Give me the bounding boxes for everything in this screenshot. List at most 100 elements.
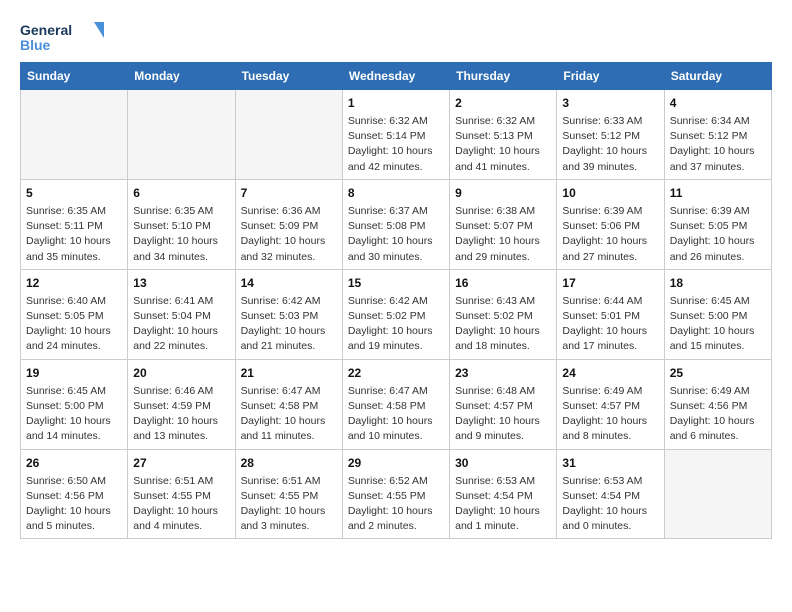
day-info: Sunrise: 6:51 AMSunset: 4:55 PMDaylight:… <box>133 474 229 535</box>
day-info: Sunrise: 6:34 AMSunset: 5:12 PMDaylight:… <box>670 114 766 175</box>
calendar-week-row: 5Sunrise: 6:35 AMSunset: 5:11 PMDaylight… <box>21 179 772 269</box>
calendar-cell: 9 Sunrise: 6:38 AMSunset: 5:07 PMDaylight… <box>450 179 557 269</box>
day-info: Sunrise: 6:44 AMSunset: 5:01 PMDaylight:… <box>562 294 658 355</box>
calendar-cell: 7 Sunrise: 6:36 AMSunset: 5:09 PMDaylight… <box>235 179 342 269</box>
day-number: 27 <box>133 454 229 472</box>
calendar-cell: 17Sunrise: 6:44 AMSunset: 5:01 PMDayligh… <box>557 269 664 359</box>
day-number: 2 <box>455 94 551 112</box>
calendar-cell: 23 Sunrise: 6:48 AMSunset: 4:57 PMDayligh… <box>450 359 557 449</box>
weekday-header-monday: Monday <box>128 63 235 90</box>
day-info: Sunrise: 6:32 AMSunset: 5:13 PMDaylight:… <box>455 114 551 175</box>
calendar-cell: 8 Sunrise: 6:37 AMSunset: 5:08 PMDaylight… <box>342 179 449 269</box>
calendar-cell <box>128 90 235 180</box>
calendar-cell: 27 Sunrise: 6:51 AMSunset: 4:55 PMDayligh… <box>128 449 235 539</box>
day-info: Sunrise: 6:52 AMSunset: 4:55 PMDaylight:… <box>348 474 444 535</box>
day-info: Sunrise: 6:46 AMSunset: 4:59 PMDaylight:… <box>133 384 229 445</box>
calendar-cell: 30Sunrise: 6:53 AMSunset: 4:54 PMDayligh… <box>450 449 557 539</box>
day-info: Sunrise: 6:48 AMSunset: 4:57 PMDaylight:… <box>455 384 551 445</box>
day-info: Sunrise: 6:43 AMSunset: 5:02 PMDaylight:… <box>455 294 551 355</box>
day-info: Sunrise: 6:39 AMSunset: 5:06 PMDaylight:… <box>562 204 658 265</box>
day-info: Sunrise: 6:53 AMSunset: 4:54 PMDaylight:… <box>455 474 551 535</box>
day-info: Sunrise: 6:38 AMSunset: 5:07 PMDaylight:… <box>455 204 551 265</box>
svg-text:General: General <box>20 22 72 38</box>
calendar-cell: 4 Sunrise: 6:34 AMSunset: 5:12 PMDaylight… <box>664 90 771 180</box>
day-number: 21 <box>241 364 337 382</box>
day-info: Sunrise: 6:35 AMSunset: 5:10 PMDaylight:… <box>133 204 229 265</box>
weekday-header-row: SundayMondayTuesdayWednesdayThursdayFrid… <box>21 63 772 90</box>
calendar-cell: 29 Sunrise: 6:52 AMSunset: 4:55 PMDayligh… <box>342 449 449 539</box>
calendar-week-row: 26 Sunrise: 6:50 AMSunset: 4:56 PMDayligh… <box>21 449 772 539</box>
day-info: Sunrise: 6:45 AMSunset: 5:00 PMDaylight:… <box>670 294 766 355</box>
day-number: 10 <box>562 184 658 202</box>
header: General Blue <box>20 20 772 56</box>
day-number: 14 <box>241 274 337 292</box>
day-info: Sunrise: 6:50 AMSunset: 4:56 PMDaylight:… <box>26 474 122 535</box>
day-number: 5 <box>26 184 122 202</box>
calendar-cell: 26 Sunrise: 6:50 AMSunset: 4:56 PMDayligh… <box>21 449 128 539</box>
calendar-cell: 16 Sunrise: 6:43 AMSunset: 5:02 PMDayligh… <box>450 269 557 359</box>
day-number: 29 <box>348 454 444 472</box>
logo: General Blue <box>20 20 110 56</box>
day-info: Sunrise: 6:42 AMSunset: 5:03 PMDaylight:… <box>241 294 337 355</box>
calendar-cell: 2 Sunrise: 6:32 AMSunset: 5:13 PMDaylight… <box>450 90 557 180</box>
day-info: Sunrise: 6:53 AMSunset: 4:54 PMDaylight:… <box>562 474 658 535</box>
day-info: Sunrise: 6:32 AMSunset: 5:14 PMDaylight:… <box>348 114 444 175</box>
calendar-cell: 22 Sunrise: 6:47 AMSunset: 4:58 PMDayligh… <box>342 359 449 449</box>
calendar-week-row: 1 Sunrise: 6:32 AMSunset: 5:14 PMDaylight… <box>21 90 772 180</box>
day-number: 11 <box>670 184 766 202</box>
day-number: 9 <box>455 184 551 202</box>
calendar-cell: 24Sunrise: 6:49 AMSunset: 4:57 PMDayligh… <box>557 359 664 449</box>
day-number: 26 <box>26 454 122 472</box>
day-number: 4 <box>670 94 766 112</box>
calendar-cell <box>235 90 342 180</box>
day-info: Sunrise: 6:51 AMSunset: 4:55 PMDaylight:… <box>241 474 337 535</box>
calendar-cell: 18Sunrise: 6:45 AMSunset: 5:00 PMDayligh… <box>664 269 771 359</box>
svg-text:Blue: Blue <box>20 37 51 53</box>
day-info: Sunrise: 6:47 AMSunset: 4:58 PMDaylight:… <box>348 384 444 445</box>
day-number: 22 <box>348 364 444 382</box>
day-info: Sunrise: 6:49 AMSunset: 4:56 PMDaylight:… <box>670 384 766 445</box>
weekday-header-tuesday: Tuesday <box>235 63 342 90</box>
calendar-cell: 20 Sunrise: 6:46 AMSunset: 4:59 PMDayligh… <box>128 359 235 449</box>
day-number: 12 <box>26 274 122 292</box>
day-number: 20 <box>133 364 229 382</box>
day-number: 13 <box>133 274 229 292</box>
calendar-cell: 1 Sunrise: 6:32 AMSunset: 5:14 PMDaylight… <box>342 90 449 180</box>
day-info: Sunrise: 6:47 AMSunset: 4:58 PMDaylight:… <box>241 384 337 445</box>
day-number: 24 <box>562 364 658 382</box>
calendar-cell: 31 Sunrise: 6:53 AMSunset: 4:54 PMDayligh… <box>557 449 664 539</box>
weekday-header-saturday: Saturday <box>664 63 771 90</box>
calendar-cell: 11 Sunrise: 6:39 AMSunset: 5:05 PMDayligh… <box>664 179 771 269</box>
calendar-cell: 5Sunrise: 6:35 AMSunset: 5:11 PMDaylight… <box>21 179 128 269</box>
calendar-cell: 28 Sunrise: 6:51 AMSunset: 4:55 PMDayligh… <box>235 449 342 539</box>
day-number: 31 <box>562 454 658 472</box>
calendar-cell: 10 Sunrise: 6:39 AMSunset: 5:06 PMDayligh… <box>557 179 664 269</box>
day-info: Sunrise: 6:45 AMSunset: 5:00 PMDaylight:… <box>26 384 122 445</box>
day-info: Sunrise: 6:40 AMSunset: 5:05 PMDaylight:… <box>26 294 122 355</box>
calendar-cell: 15 Sunrise: 6:42 AMSunset: 5:02 PMDayligh… <box>342 269 449 359</box>
calendar-cell: 13 Sunrise: 6:41 AMSunset: 5:04 PMDayligh… <box>128 269 235 359</box>
day-number: 16 <box>455 274 551 292</box>
day-info: Sunrise: 6:39 AMSunset: 5:05 PMDaylight:… <box>670 204 766 265</box>
calendar-cell <box>21 90 128 180</box>
day-number: 7 <box>241 184 337 202</box>
day-number: 28 <box>241 454 337 472</box>
calendar-cell: 12 Sunrise: 6:40 AMSunset: 5:05 PMDayligh… <box>21 269 128 359</box>
day-number: 3 <box>562 94 658 112</box>
day-info: Sunrise: 6:41 AMSunset: 5:04 PMDaylight:… <box>133 294 229 355</box>
day-info: Sunrise: 6:36 AMSunset: 5:09 PMDaylight:… <box>241 204 337 265</box>
weekday-header-thursday: Thursday <box>450 63 557 90</box>
calendar-week-row: 12 Sunrise: 6:40 AMSunset: 5:05 PMDayligh… <box>21 269 772 359</box>
calendar-cell: 14 Sunrise: 6:42 AMSunset: 5:03 PMDayligh… <box>235 269 342 359</box>
weekday-header-friday: Friday <box>557 63 664 90</box>
day-number: 8 <box>348 184 444 202</box>
day-number: 25 <box>670 364 766 382</box>
calendar-table: SundayMondayTuesdayWednesdayThursdayFrid… <box>20 62 772 539</box>
calendar-cell: 6Sunrise: 6:35 AMSunset: 5:10 PMDaylight… <box>128 179 235 269</box>
day-number: 15 <box>348 274 444 292</box>
day-number: 23 <box>455 364 551 382</box>
day-number: 1 <box>348 94 444 112</box>
calendar-cell: 3Sunrise: 6:33 AMSunset: 5:12 PMDaylight… <box>557 90 664 180</box>
day-info: Sunrise: 6:37 AMSunset: 5:08 PMDaylight:… <box>348 204 444 265</box>
day-info: Sunrise: 6:42 AMSunset: 5:02 PMDaylight:… <box>348 294 444 355</box>
